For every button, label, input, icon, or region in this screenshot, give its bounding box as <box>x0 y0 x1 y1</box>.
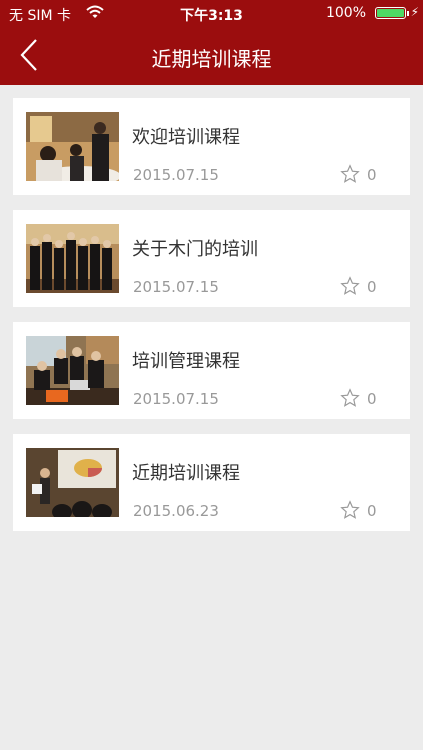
course-thumbnail <box>26 224 119 293</box>
favorite-count: 0 <box>367 502 377 520</box>
star-icon[interactable] <box>340 500 360 520</box>
course-item[interactable]: 关于木门的培训 2015.07.15 0 <box>13 210 410 307</box>
course-item[interactable]: 欢迎培训课程 2015.07.15 0 <box>13 98 410 195</box>
course-date: 2015.07.15 <box>133 278 219 296</box>
battery-percent: 100% <box>325 5 366 21</box>
course-title: 培训管理课程 <box>132 351 240 372</box>
course-date: 2015.06.23 <box>133 502 219 520</box>
status-bar: 无 SIM 卡 下午3:13 100% ⚡ <box>0 0 423 28</box>
course-date: 2015.07.15 <box>133 166 219 184</box>
page-title: 近期培训课程 <box>151 47 272 71</box>
battery-fill <box>377 9 404 17</box>
course-date: 2015.07.15 <box>133 390 219 408</box>
course-item[interactable]: 培训管理课程 2015.07.15 0 <box>13 322 410 419</box>
battery-tip <box>407 11 409 16</box>
course-thumbnail <box>26 112 119 181</box>
header-bar: 无 SIM 卡 下午3:13 100% ⚡ 近期培训课程 <box>0 0 423 85</box>
course-thumbnail <box>26 336 119 405</box>
star-icon[interactable] <box>340 388 360 408</box>
course-thumbnail <box>26 448 119 517</box>
course-title: 关于木门的培训 <box>132 239 258 260</box>
star-icon[interactable] <box>340 276 360 296</box>
star-icon[interactable] <box>340 164 360 184</box>
course-list: 欢迎培训课程 2015.07.15 0 关于木门的培训 2015.07.15 0… <box>13 98 410 546</box>
battery-icon <box>375 7 406 19</box>
course-title: 近期培训课程 <box>132 463 240 484</box>
favorite-count: 0 <box>367 390 377 408</box>
course-title: 欢迎培训课程 <box>132 127 240 148</box>
course-item[interactable]: 近期培训课程 2015.06.23 0 <box>13 434 410 531</box>
favorite-count: 0 <box>367 166 377 184</box>
charging-icon: ⚡ <box>410 5 419 19</box>
favorite-count: 0 <box>367 278 377 296</box>
